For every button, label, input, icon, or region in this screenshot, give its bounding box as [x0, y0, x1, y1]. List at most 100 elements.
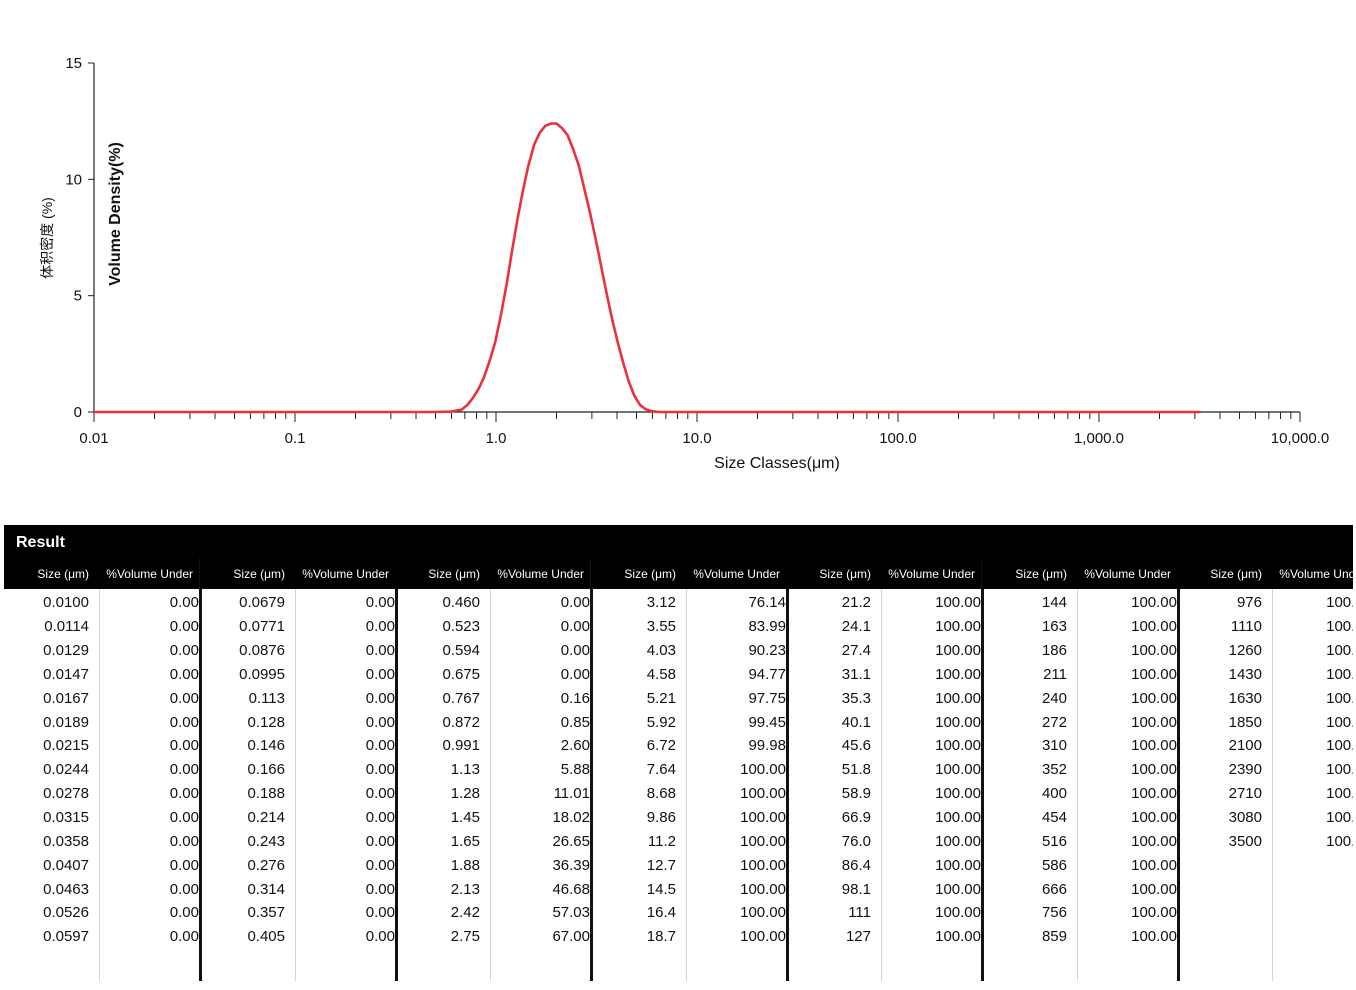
- size-cell: 0.460: [442, 594, 480, 612]
- table-row: 0.0315 0.00: [4, 806, 199, 830]
- result-column-group: Size (μm) %Volume Under 144 100.00 163 100.00…: [982, 558, 1180, 981]
- size-cell: 1430: [1228, 665, 1262, 683]
- table-row: 0.0679 0.00: [200, 591, 395, 615]
- table-row: 1430 100.00: [1177, 663, 1353, 687]
- table-row: 24.1 100.00: [786, 615, 981, 639]
- volume-under-cell: 0.00: [169, 618, 199, 636]
- size-cell: 352: [1041, 761, 1067, 779]
- x-tick-label: 0.1: [285, 430, 306, 447]
- volume-under-cell: 100.00: [740, 809, 786, 827]
- size-cell: 0.0315: [43, 809, 89, 827]
- table-row: 0.0244 0.00: [4, 758, 199, 782]
- size-cell: 66.9: [841, 809, 871, 827]
- volume-under-cell: 100.00: [740, 761, 786, 779]
- size-cell: 0.675: [442, 665, 480, 683]
- y-tick-label: 5: [74, 288, 82, 305]
- table-row: 0.675 0.00: [395, 663, 590, 687]
- table-row: 0.128 0.00: [200, 710, 395, 734]
- size-cell: 1.88: [450, 856, 480, 874]
- table-row: 240 100.00: [982, 686, 1177, 710]
- table-row: 0.243 0.00: [200, 829, 395, 853]
- x-tick-label: 100.0: [879, 430, 917, 447]
- size-cell: 12.7: [646, 856, 676, 874]
- size-cell: 1110: [1230, 618, 1262, 636]
- volume-under-cell: 100.00: [740, 785, 786, 803]
- table-row: 1110 100.00: [1177, 615, 1353, 639]
- volume-under-cell: 0.00: [169, 642, 199, 660]
- size-cell: 14.5: [646, 880, 676, 898]
- table-row: 163 100.00: [982, 615, 1177, 639]
- volume-under-cell: 100.00: [1326, 737, 1353, 755]
- table-row: 0.594 0.00: [395, 639, 590, 663]
- table-row: 0.0407 0.00: [4, 853, 199, 877]
- volume-under-cell: 100.00: [935, 928, 981, 946]
- table-row: 0.0278 0.00: [4, 782, 199, 806]
- volume-under-cell: 0.00: [169, 809, 199, 827]
- column-header: Size (μm) %Volume Under: [395, 558, 590, 589]
- size-cell: 756: [1041, 904, 1067, 922]
- series-line: [94, 122, 1201, 414]
- size-cell: 9.86: [646, 809, 676, 827]
- table-row: 7.64 100.00: [591, 758, 786, 782]
- table-row: 1630 100.00: [1177, 686, 1353, 710]
- size-cell: 4.03: [646, 642, 676, 660]
- volume-under-cell: 100.00: [1131, 880, 1177, 898]
- size-cell: 586: [1041, 856, 1067, 874]
- column-divider: [686, 589, 687, 981]
- result-column-group: Size (μm) %Volume Under 976 100.00 1110 100.0…: [1177, 558, 1353, 981]
- size-cell: 0.314: [247, 880, 285, 898]
- column-divider: [99, 589, 100, 981]
- table-row: 0.0129 0.00: [4, 639, 199, 663]
- size-cell: 18.7: [646, 928, 676, 946]
- table-row: 86.4 100.00: [786, 853, 981, 877]
- table-row: 859 100.00: [982, 925, 1177, 949]
- volume-under-cell: 83.99: [748, 618, 786, 636]
- y-tick-label: 15: [65, 55, 82, 72]
- size-cell: 16.4: [646, 904, 676, 922]
- volume-under-cell: 0.00: [169, 594, 199, 612]
- size-cell: 2390: [1228, 761, 1262, 779]
- table-row: 0.405 0.00: [200, 925, 395, 949]
- size-cell: 0.0597: [43, 928, 89, 946]
- table-row: 211 100.00: [982, 663, 1177, 687]
- size-cell: 0.0167: [43, 689, 89, 707]
- size-cell: 666: [1041, 880, 1067, 898]
- table-row: 5.92 99.45: [591, 710, 786, 734]
- volume-under-column-header: %Volume Under: [1279, 566, 1353, 581]
- size-column-header: Size (μm): [233, 566, 285, 581]
- volume-under-cell: 0.00: [560, 665, 590, 683]
- table-row: 0.0876 0.00: [200, 639, 395, 663]
- volume-under-cell: 0.00: [365, 928, 395, 946]
- size-cell: 2100: [1228, 737, 1262, 755]
- size-cell: 0.214: [247, 809, 285, 827]
- volume-under-cell: 100.00: [1326, 594, 1353, 612]
- size-cell: 1630: [1228, 689, 1262, 707]
- volume-under-cell: 26.65: [552, 832, 590, 850]
- size-cell: 76.0: [841, 832, 871, 850]
- volume-under-cell: 100.00: [935, 880, 981, 898]
- table-row: 27.4 100.00: [786, 639, 981, 663]
- table-row: 9.86 100.00: [591, 806, 786, 830]
- size-cell: 40.1: [841, 713, 871, 731]
- size-cell: 0.0147: [43, 665, 89, 683]
- volume-under-cell: 100.00: [1326, 642, 1353, 660]
- table-row: 0.0597 0.00: [4, 925, 199, 949]
- volume-under-cell: 0.00: [365, 689, 395, 707]
- volume-under-cell: 100.00: [935, 642, 981, 660]
- volume-under-cell: 100.00: [935, 785, 981, 803]
- volume-under-cell: 0.00: [560, 594, 590, 612]
- volume-under-cell: 0.00: [169, 785, 199, 803]
- volume-under-cell: 76.14: [748, 594, 786, 612]
- size-cell: 0.128: [247, 713, 285, 731]
- size-cell: 0.0407: [43, 856, 89, 874]
- volume-under-column-header: %Volume Under: [693, 566, 780, 581]
- size-cell: 144: [1041, 594, 1067, 612]
- volume-under-cell: 100.00: [1326, 832, 1353, 850]
- size-cell: 1.28: [450, 785, 480, 803]
- size-column-header: Size (μm): [37, 566, 89, 581]
- table-row: 35.3 100.00: [786, 686, 981, 710]
- table-row: 186 100.00: [982, 639, 1177, 663]
- volume-under-column-header: %Volume Under: [1084, 566, 1171, 581]
- size-cell: 3.12: [646, 594, 676, 612]
- size-cell: 0.0876: [239, 642, 285, 660]
